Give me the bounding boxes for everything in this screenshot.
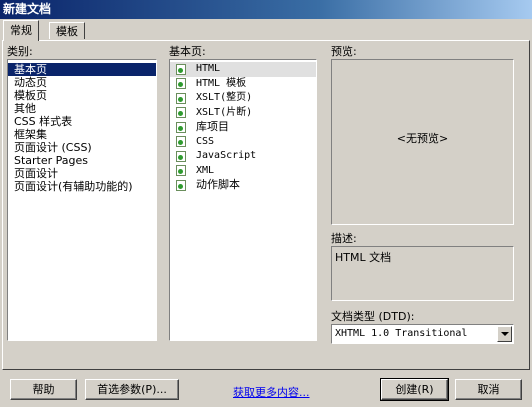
tab-general[interactable]: 常规	[3, 20, 39, 41]
document-icon	[176, 121, 186, 133]
category-item[interactable]: Starter Pages	[8, 154, 156, 167]
create-button[interactable]: 创建(R)	[380, 378, 449, 401]
basic-page-label: 基本页:	[169, 45, 206, 58]
chevron-down-icon[interactable]	[497, 326, 512, 342]
page-type-label: JavaScript	[196, 150, 257, 161]
page-type-item[interactable]: JavaScript	[170, 149, 316, 164]
basic-page-list[interactable]: HTML HTML 模板 XSLT(整页) XSLT(片断) 库项目 CSS JavaScr…	[169, 59, 317, 341]
description-label: 描述:	[331, 232, 357, 245]
page-type-label: XSLT(整页)	[196, 92, 253, 103]
category-item[interactable]: 页面设计(有辅助功能的)	[8, 180, 156, 193]
preview-label: 预览:	[331, 45, 357, 58]
doctype-value: XHTML 1.0 Transitional	[335, 328, 468, 339]
doctype-select[interactable]: XHTML 1.0 Transitional	[331, 324, 514, 344]
document-icon	[176, 179, 186, 191]
page-type-item[interactable]: HTML 模板	[170, 77, 316, 92]
category-item[interactable]: 基本页	[8, 63, 156, 76]
page-type-item[interactable]: 动作脚本	[170, 178, 316, 193]
page-type-item[interactable]: HTML	[170, 62, 316, 77]
page-type-item[interactable]: XML	[170, 164, 316, 179]
category-item[interactable]: 模板页	[8, 89, 156, 102]
page-type-item[interactable]: CSS	[170, 135, 316, 150]
page-type-label: 动作脚本	[196, 178, 240, 191]
no-preview-text: <无预览>	[396, 132, 449, 145]
document-icon	[176, 136, 186, 148]
document-icon	[176, 63, 186, 75]
category-item[interactable]: CSS 样式表	[8, 115, 156, 128]
description-text: HTML 文档	[335, 251, 392, 264]
page-type-label: XML	[196, 164, 215, 176]
document-icon	[176, 78, 186, 90]
help-button[interactable]: 帮助	[10, 379, 77, 400]
page-type-item[interactable]: 库项目	[170, 120, 316, 135]
cancel-button[interactable]: 取消	[455, 379, 522, 400]
page-type-label: CSS	[196, 135, 215, 147]
preview-pane: <无预览>	[331, 59, 514, 225]
category-label: 类别:	[7, 45, 33, 58]
document-icon	[176, 92, 186, 104]
category-item[interactable]: 页面设计	[8, 167, 156, 180]
page-type-label: HTML	[196, 63, 221, 74]
document-icon	[176, 165, 186, 177]
doctype-label: 文档类型 (DTD):	[331, 310, 415, 323]
page-type-item[interactable]: XSLT(整页)	[170, 91, 316, 106]
get-more-content-link[interactable]: 获取更多内容...	[233, 384, 310, 400]
category-item[interactable]: 其他	[8, 102, 156, 115]
description-box: HTML 文档	[331, 246, 514, 301]
page-type-label: XSLT(片断)	[196, 106, 253, 118]
category-item[interactable]: 动态页	[8, 76, 156, 89]
window-title: 新建文档	[0, 0, 532, 19]
page-type-label: HTML 模板	[196, 77, 247, 89]
tab-templates[interactable]: 模板	[49, 22, 85, 39]
document-icon	[176, 150, 186, 162]
page-type-item[interactable]: XSLT(片断)	[170, 106, 316, 121]
page-type-label: 库项目	[196, 120, 229, 133]
category-list[interactable]: 基本页 动态页 模板页 其他 CSS 样式表 框架集 页面设计 (CSS) Starter P…	[7, 59, 157, 341]
category-item[interactable]: 页面设计 (CSS)	[8, 141, 156, 154]
category-item[interactable]: 框架集	[8, 128, 156, 141]
document-icon	[176, 107, 186, 119]
preferences-button[interactable]: 首选参数(P)...	[85, 379, 179, 400]
